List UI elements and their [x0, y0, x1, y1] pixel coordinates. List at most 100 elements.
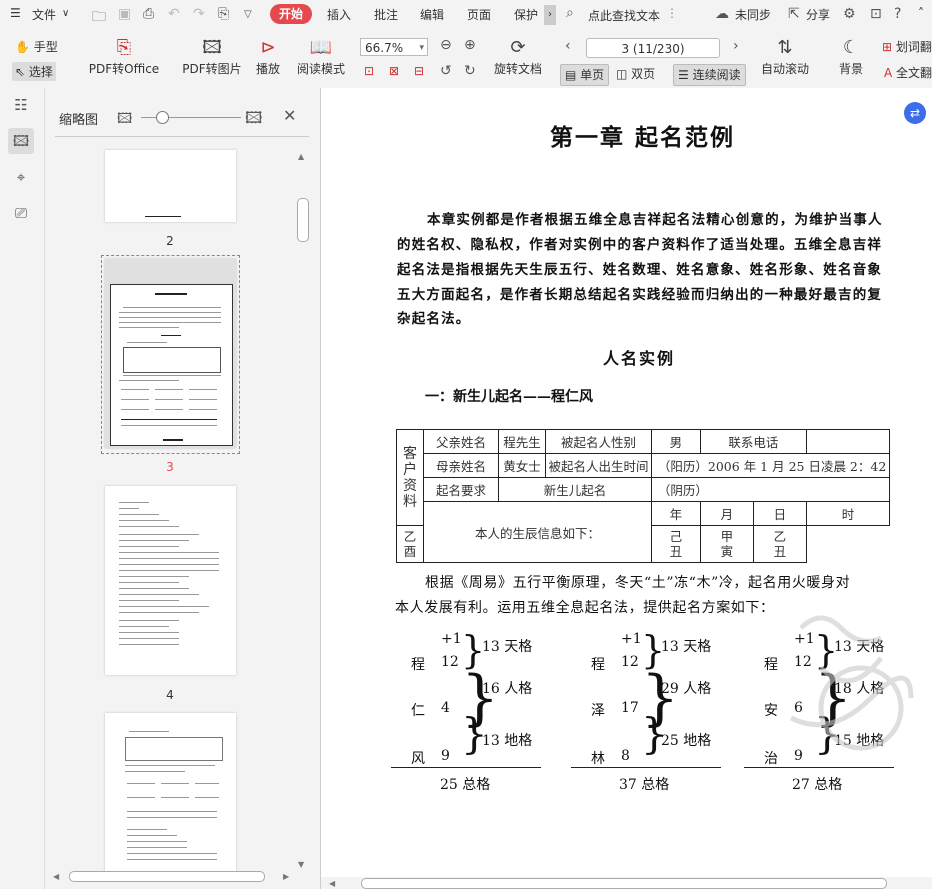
- bazi-year: 乙酉: [396, 525, 424, 563]
- save-icon[interactable]: ▣: [118, 6, 131, 22]
- search-box[interactable]: ⌕ 点此查找文本: [566, 5, 666, 25]
- menu-file[interactable]: 文件: [32, 6, 56, 23]
- lunar-value: （阴历）: [650, 477, 891, 502]
- share-icon[interactable]: ⇱: [788, 6, 800, 22]
- next-page-icon[interactable]: ›: [733, 38, 739, 54]
- background-button[interactable]: ☾ 背景: [834, 36, 868, 77]
- translate-full-icon: A: [884, 66, 893, 80]
- pdf-to-image-button[interactable]: 🖾 PDF转图片: [180, 36, 244, 77]
- image-icon: 🖾: [202, 37, 222, 58]
- share-button[interactable]: 分享: [806, 6, 830, 23]
- page-number-value: 3 (11/230): [621, 42, 685, 56]
- gear-icon[interactable]: ⚙: [843, 6, 856, 22]
- print-icon[interactable]: ⎙: [143, 6, 154, 22]
- translate-float-icon[interactable]: ⇄: [904, 102, 926, 124]
- thumbnail-page-2[interactable]: [105, 150, 236, 222]
- play-button[interactable]: ⊳ 播放: [252, 36, 284, 77]
- chevron-down-icon[interactable]: ▾: [419, 39, 424, 57]
- more-dropdown-icon[interactable]: ▽: [244, 9, 252, 20]
- page-number-field[interactable]: 3 (11/230): [586, 38, 720, 58]
- collapse-ribbon-icon[interactable]: ˄: [918, 6, 924, 20]
- small-image-icon[interactable]: 🖾: [117, 108, 132, 132]
- father-label: 父亲姓名: [423, 429, 499, 454]
- tab-page[interactable]: 页面: [467, 6, 491, 23]
- prev-page-icon[interactable]: ‹: [565, 38, 571, 54]
- bazi-day: 甲寅: [699, 525, 754, 563]
- pdf-convert-icon: ⎘: [116, 37, 132, 58]
- scroll-left-icon[interactable]: ◀: [53, 872, 59, 881]
- large-image-icon[interactable]: 🖾: [245, 107, 262, 134]
- tab-protect[interactable]: 保护: [514, 6, 538, 23]
- select-tool-button[interactable]: ⇖ 选择: [12, 62, 56, 81]
- zoom-out-icon[interactable]: ⊖: [440, 37, 452, 53]
- subsection-title: 一：新生儿起名——程仁风: [425, 389, 593, 405]
- thumbnail-icon[interactable]: 🖾: [8, 128, 34, 154]
- outline-icon[interactable]: ☷: [8, 92, 34, 118]
- thumbnail-page-5[interactable]: [105, 713, 236, 873]
- tab-edit[interactable]: 编辑: [420, 6, 444, 23]
- tab-insert[interactable]: 插入: [327, 6, 351, 23]
- scroll-right-icon[interactable]: ▶: [283, 872, 289, 881]
- rotate-doc-icon: ⟳: [510, 37, 526, 58]
- more-vertical-icon[interactable]: ⋮: [666, 6, 678, 20]
- slider-handle[interactable]: [156, 111, 169, 124]
- scroll-down-icon[interactable]: ▼: [298, 860, 306, 869]
- bookmark-icon[interactable]: ⌖: [8, 164, 34, 190]
- skin-icon[interactable]: ⊡: [870, 6, 882, 22]
- redo-icon[interactable]: ↷: [193, 6, 205, 22]
- export-icon[interactable]: ⎘: [218, 6, 229, 22]
- help-icon[interactable]: ?: [894, 6, 901, 22]
- book-icon: 📖: [309, 37, 333, 58]
- close-icon[interactable]: ✕: [283, 106, 296, 125]
- scroll-up-icon[interactable]: ▲: [298, 152, 306, 161]
- zoom-field[interactable]: 66.7% ▾: [360, 38, 428, 56]
- word-translate-button[interactable]: ⊞ 划词翻: [882, 38, 932, 55]
- vertical-scrollbar-thumb[interactable]: [297, 198, 309, 242]
- horizontal-scrollbar-thumb[interactable]: [69, 871, 265, 882]
- tab-start[interactable]: 开始: [270, 4, 312, 24]
- search-label: 点此查找文本: [588, 9, 661, 23]
- request-label: 起名要求: [423, 477, 499, 502]
- sync-status[interactable]: 未同步: [735, 6, 771, 23]
- rotate-document-button[interactable]: ⟳ 旋转文档: [492, 36, 544, 77]
- auto-scroll-button[interactable]: ⇅ 自动滚动: [756, 36, 814, 77]
- tab-annotate[interactable]: 批注: [374, 6, 398, 23]
- phone-label: 联系电话: [699, 429, 807, 454]
- rotate-right-icon[interactable]: ↻: [464, 63, 476, 79]
- chapter-title: 第一章 起名范例: [550, 124, 736, 151]
- menu-bar: ☰ 文件 ∨ 🗀 ▣ ⎙ ↶ ↷ ⎘ ▽ 开始 插入 批注 编辑 页面 保护 ›…: [0, 0, 932, 30]
- zoom-in-icon[interactable]: ⊕: [464, 37, 476, 53]
- read-mode-button[interactable]: 📖 阅读模式: [294, 36, 348, 77]
- pdf-to-office-button[interactable]: ⎘ PDF转Office: [88, 36, 160, 77]
- play-label: 播放: [255, 62, 280, 76]
- tab-scroll-right-icon[interactable]: ›: [544, 5, 556, 25]
- single-page-toggle[interactable]: ▤ 单页: [560, 64, 610, 86]
- open-folder-icon[interactable]: 🗀: [92, 6, 106, 30]
- fit-width-icon[interactable]: ⊟: [414, 64, 424, 78]
- continuous-read-toggle[interactable]: ☰ 连续阅读: [673, 64, 746, 86]
- scheme-num: 17: [621, 700, 639, 716]
- single-page-label: 单页: [580, 68, 605, 82]
- annotation-icon[interactable]: ⎚: [8, 200, 34, 226]
- scheme-num: 4: [441, 700, 450, 716]
- thumbnail-page-number: 4: [166, 688, 174, 702]
- chevron-down-icon[interactable]: ∨: [62, 8, 69, 19]
- double-page-toggle[interactable]: ◫ 双页: [612, 64, 659, 84]
- word-translate-label: 划词翻: [895, 40, 932, 54]
- thumbnail-page-3[interactable]: [105, 259, 236, 448]
- thumbnail-page-4[interactable]: [105, 486, 236, 675]
- scheme-char: 程: [591, 657, 605, 673]
- horizontal-scrollbar-thumb[interactable]: [361, 878, 887, 889]
- intro-line: 本章实例都是作者根据五维全息吉祥起名法精心创意的，为维护当事人: [427, 212, 883, 228]
- hamburger-icon[interactable]: ☰: [10, 6, 21, 20]
- rotate-left-icon[interactable]: ↺: [440, 63, 452, 79]
- full-translate-button[interactable]: A 全文翻: [884, 64, 932, 81]
- fit-page-icon[interactable]: ⊠: [389, 64, 399, 78]
- hand-tool-button[interactable]: ✋ 手型: [15, 38, 58, 55]
- request-value: 新生儿起名: [498, 477, 652, 502]
- scroll-left-icon[interactable]: ◀: [329, 879, 335, 888]
- undo-icon[interactable]: ↶: [168, 6, 180, 22]
- scheme-plus: +1: [441, 631, 462, 647]
- actual-size-icon[interactable]: ⊡: [364, 64, 374, 78]
- cloud-sync-icon[interactable]: ☁: [715, 6, 729, 22]
